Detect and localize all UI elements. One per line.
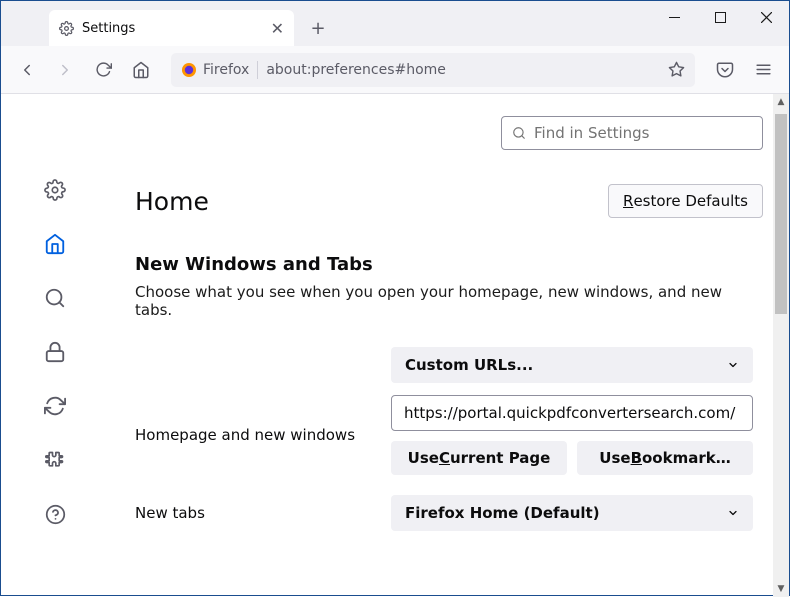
sidebar-general-icon[interactable]: [43, 178, 67, 202]
gear-icon: [59, 21, 74, 36]
homepage-url-input[interactable]: [391, 395, 753, 431]
select-value: Firefox Home (Default): [405, 504, 600, 522]
minimize-button[interactable]: [651, 1, 697, 33]
settings-sidebar: [1, 94, 109, 597]
scrollbar[interactable]: ▲ ▼: [773, 94, 789, 597]
close-tab-icon[interactable]: ✕: [271, 19, 284, 38]
restore-defaults-button[interactable]: Restore Defaults: [608, 184, 763, 218]
page-title: Home: [135, 187, 209, 216]
maximize-button[interactable]: [697, 1, 743, 33]
pocket-button[interactable]: [709, 54, 741, 86]
sidebar-privacy-icon[interactable]: [43, 340, 67, 364]
sidebar-home-icon[interactable]: [43, 232, 67, 256]
window-controls: [651, 1, 789, 33]
tab-title: Settings: [82, 21, 135, 36]
search-placeholder: Find in Settings: [534, 124, 649, 142]
app-menu-button[interactable]: [747, 54, 779, 86]
identity-box[interactable]: Firefox: [181, 62, 249, 78]
browser-tab[interactable]: Settings ✕: [49, 10, 294, 46]
addressbar[interactable]: Firefox about:preferences#home: [171, 53, 695, 87]
newtabs-select[interactable]: Firefox Home (Default): [391, 495, 753, 531]
reload-button[interactable]: [87, 54, 119, 86]
sidebar-search-icon[interactable]: [43, 286, 67, 310]
forward-button[interactable]: [49, 54, 81, 86]
find-in-settings-input[interactable]: Find in Settings: [501, 116, 763, 150]
scroll-down-arrow[interactable]: ▼: [773, 581, 789, 597]
home-button[interactable]: [125, 54, 157, 86]
sidebar-extensions-icon[interactable]: [43, 448, 67, 472]
new-tab-button[interactable]: +: [304, 14, 332, 42]
content-area: Find in Settings Home Restore Defaults N…: [1, 94, 789, 597]
settings-main: Find in Settings Home Restore Defaults N…: [109, 94, 789, 597]
sidebar-help-icon[interactable]: [43, 502, 67, 526]
homepage-label: Homepage and new windows: [135, 426, 391, 444]
use-bookmark-button[interactable]: Use Bookmark…: [577, 441, 753, 475]
identity-label: Firefox: [203, 62, 249, 78]
close-window-button[interactable]: [743, 1, 789, 33]
scrollbar-thumb[interactable]: [775, 114, 787, 314]
homepage-mode-select[interactable]: Custom URLs...: [391, 347, 753, 383]
titlebar: Settings ✕ +: [1, 1, 789, 46]
chevron-down-icon: [727, 359, 739, 371]
newtabs-label: New tabs: [135, 504, 391, 522]
addressbar-divider: [257, 61, 258, 79]
section-title: New Windows and Tabs: [135, 254, 763, 275]
section-description: Choose what you see when you open your h…: [135, 283, 763, 319]
bookmark-star-icon[interactable]: [668, 61, 685, 78]
scroll-up-arrow[interactable]: ▲: [773, 94, 789, 110]
select-value: Custom URLs...: [405, 356, 533, 374]
sidebar-sync-icon[interactable]: [43, 394, 67, 418]
browser-toolbar: Firefox about:preferences#home: [1, 46, 789, 94]
back-button[interactable]: [11, 54, 43, 86]
url-text: about:preferences#home: [266, 62, 446, 78]
use-current-page-button[interactable]: Use Current Page: [391, 441, 567, 475]
firefox-icon: [181, 62, 197, 78]
chevron-down-icon: [727, 507, 739, 519]
